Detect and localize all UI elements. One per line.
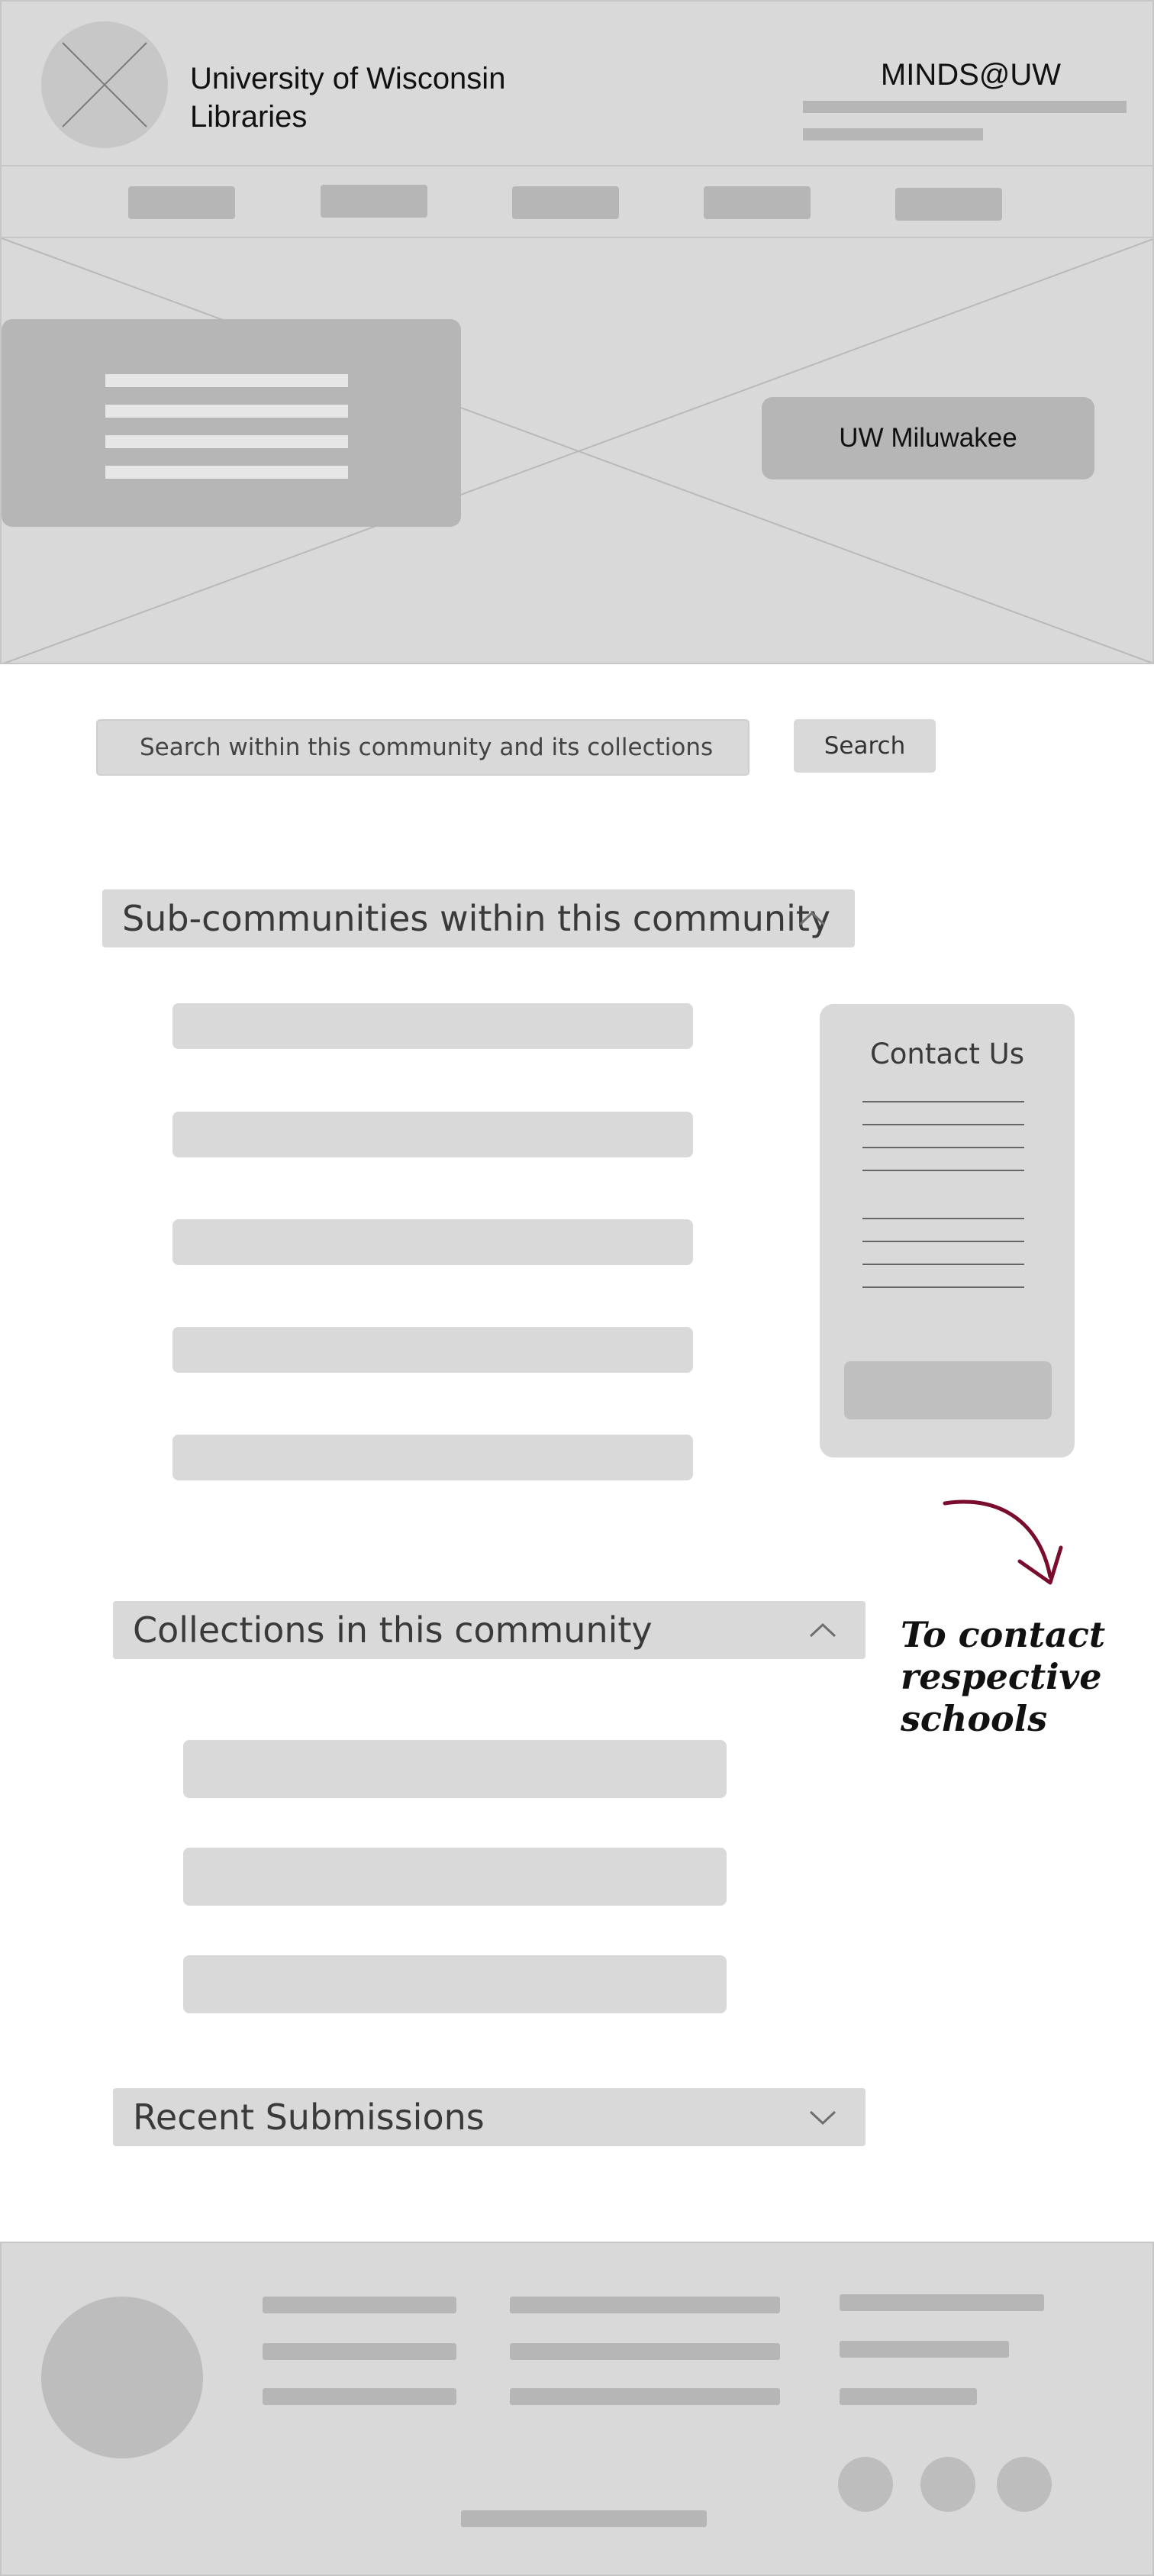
nav-item[interactable] [128, 186, 235, 219]
social-icon[interactable] [997, 2457, 1052, 2512]
social-icon[interactable] [920, 2457, 975, 2512]
chevron-up-icon [797, 909, 827, 928]
contact-card: Contact Us [820, 1004, 1075, 1457]
contact-placeholder-line [862, 1218, 1024, 1219]
footer-link[interactable] [510, 2297, 780, 2313]
main-nav [0, 166, 1154, 238]
annotation-line3: schools [901, 1698, 1048, 1739]
footer-link[interactable] [840, 2294, 1044, 2311]
annotation-line1: To contact [901, 1614, 1106, 1655]
subcommunity-item[interactable] [172, 1003, 693, 1049]
placeholder-image-icon[interactable] [41, 21, 168, 148]
search-button[interactable]: Search [794, 719, 936, 773]
subcommunity-item[interactable] [172, 1435, 693, 1480]
annotation-note: To contact respective schools [901, 1614, 1152, 1740]
site-title-line2: Libraries [190, 100, 308, 134]
contact-placeholder-line [862, 1101, 1024, 1102]
contact-placeholder-line [862, 1241, 1024, 1242]
nav-item[interactable] [512, 186, 619, 219]
contact-title: Contact Us [869, 1038, 1025, 1070]
hero-placeholder-line [105, 374, 348, 387]
subcommunity-item[interactable] [172, 1112, 693, 1157]
subcommunities-accordion-header[interactable]: Sub-communities within this community [102, 889, 855, 947]
site-footer [0, 2242, 1154, 2576]
subcommunity-item[interactable] [172, 1327, 693, 1373]
subcommunity-item[interactable] [172, 1219, 693, 1265]
chevron-down-icon [807, 2108, 838, 2126]
collection-item[interactable] [183, 1955, 727, 2013]
social-icon[interactable] [838, 2457, 893, 2512]
nav-item[interactable] [704, 186, 811, 219]
site-header: University of Wisconsin Libraries MINDS@… [0, 0, 1154, 166]
footer-link[interactable] [840, 2388, 977, 2405]
footer-link[interactable] [840, 2341, 1009, 2358]
recent-submissions-accordion-header[interactable]: Recent Submissions [113, 2088, 866, 2146]
footer-copyright-line [461, 2510, 707, 2527]
header-placeholder-line [803, 128, 983, 140]
hero-placeholder-line [105, 405, 348, 418]
hero-placeholder-line [105, 435, 348, 448]
collection-item[interactable] [183, 1740, 727, 1798]
recent-submissions-title: Recent Submissions [133, 2097, 485, 2138]
collections-title: Collections in this community [133, 1609, 653, 1651]
site-title[interactable]: University of Wisconsin Libraries [190, 60, 587, 136]
hero-text-card [2, 319, 461, 527]
nav-item[interactable] [895, 188, 1002, 221]
footer-link[interactable] [263, 2343, 456, 2360]
curved-arrow-icon [943, 1499, 1063, 1585]
footer-logo-icon [41, 2297, 203, 2458]
footer-link[interactable] [510, 2343, 780, 2360]
footer-link[interactable] [263, 2297, 456, 2313]
collections-accordion-header[interactable]: Collections in this community [113, 1601, 866, 1659]
hero-placeholder-line [105, 466, 348, 479]
nav-item[interactable] [321, 185, 427, 218]
community-search-input[interactable] [96, 719, 749, 776]
collection-item[interactable] [183, 1848, 727, 1906]
contact-button[interactable] [844, 1361, 1052, 1419]
subcommunities-title: Sub-communities within this community [122, 898, 831, 939]
brand-label[interactable]: MINDS@UW [803, 58, 1139, 92]
campus-button[interactable]: UW Miluwakee [762, 397, 1094, 479]
footer-link[interactable] [263, 2388, 456, 2405]
contact-placeholder-line [862, 1124, 1024, 1125]
header-placeholder-line [803, 101, 1127, 113]
contact-placeholder-line [862, 1147, 1024, 1148]
chevron-up-icon [807, 1621, 838, 1639]
contact-placeholder-line [862, 1286, 1024, 1288]
hero-banner: UW Miluwakee [0, 238, 1154, 664]
annotation-line2: respective [901, 1656, 1102, 1697]
site-title-line1: University of Wisconsin [190, 62, 506, 95]
contact-placeholder-line [862, 1170, 1024, 1171]
contact-placeholder-line [862, 1264, 1024, 1265]
footer-link[interactable] [510, 2388, 780, 2405]
